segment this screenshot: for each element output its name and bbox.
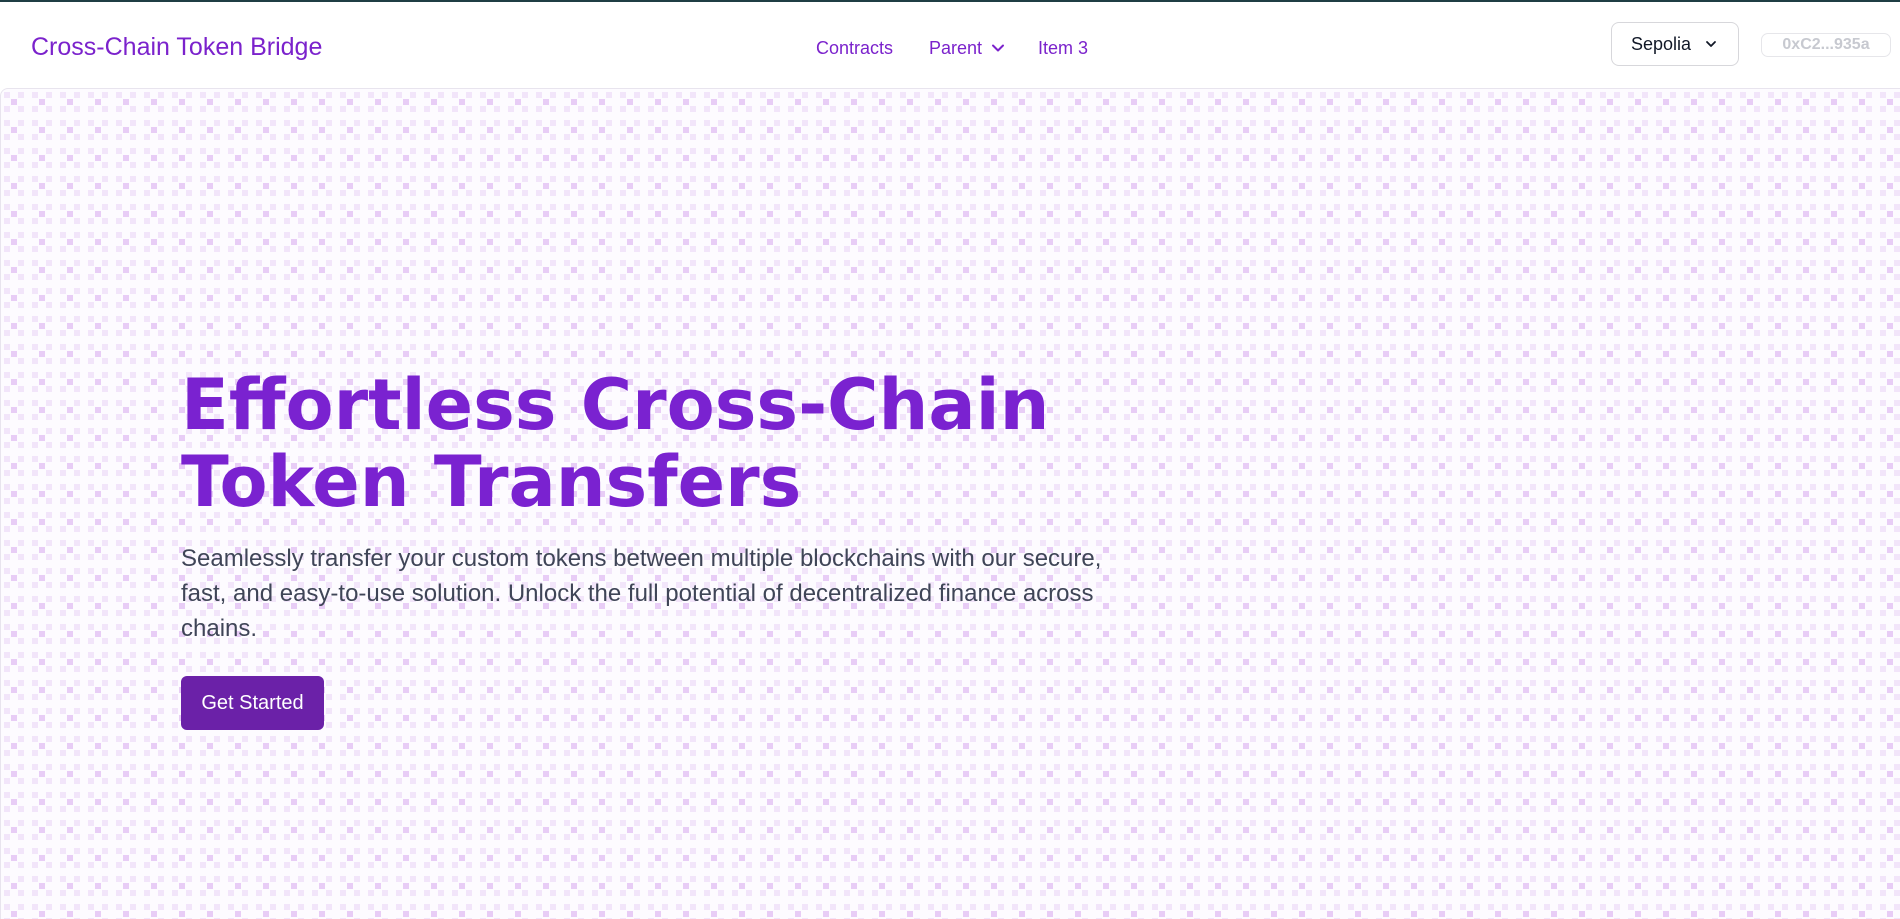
brand-title[interactable]: Cross-Chain Token Bridge	[31, 32, 322, 62]
chevron-down-icon	[1706, 41, 1716, 47]
hero-content: Effortless Cross-Chain Token Transfers S…	[181, 367, 1161, 730]
nav-parent-dropdown[interactable]: Parent	[929, 36, 1006, 60]
chevron-down-icon	[992, 44, 1005, 52]
wallet-address-button[interactable]: 0xC2...935a	[1761, 33, 1891, 57]
nav-parent-label: Parent	[929, 38, 983, 58]
top-navbar: Cross-Chain Token Bridge Contracts Paren…	[0, 2, 1900, 88]
hero-subtitle: Seamlessly transfer your custom tokens b…	[181, 545, 1102, 642]
hero-title-line2: Token Transfers	[181, 441, 802, 523]
hero-title: Effortless Cross-Chain Token Transfers	[181, 367, 1161, 521]
hero-section: Effortless Cross-Chain Token Transfers S…	[0, 88, 1900, 919]
get-started-button[interactable]: Get Started	[181, 676, 324, 730]
hero-title-line1: Effortless Cross-Chain	[181, 364, 1050, 446]
nav-contracts-link[interactable]: Contracts	[816, 36, 893, 60]
network-label: Sepolia	[1630, 33, 1692, 54]
network-select[interactable]: Sepolia	[1611, 22, 1739, 66]
nav-item3-link[interactable]: Item 3	[1038, 36, 1088, 60]
